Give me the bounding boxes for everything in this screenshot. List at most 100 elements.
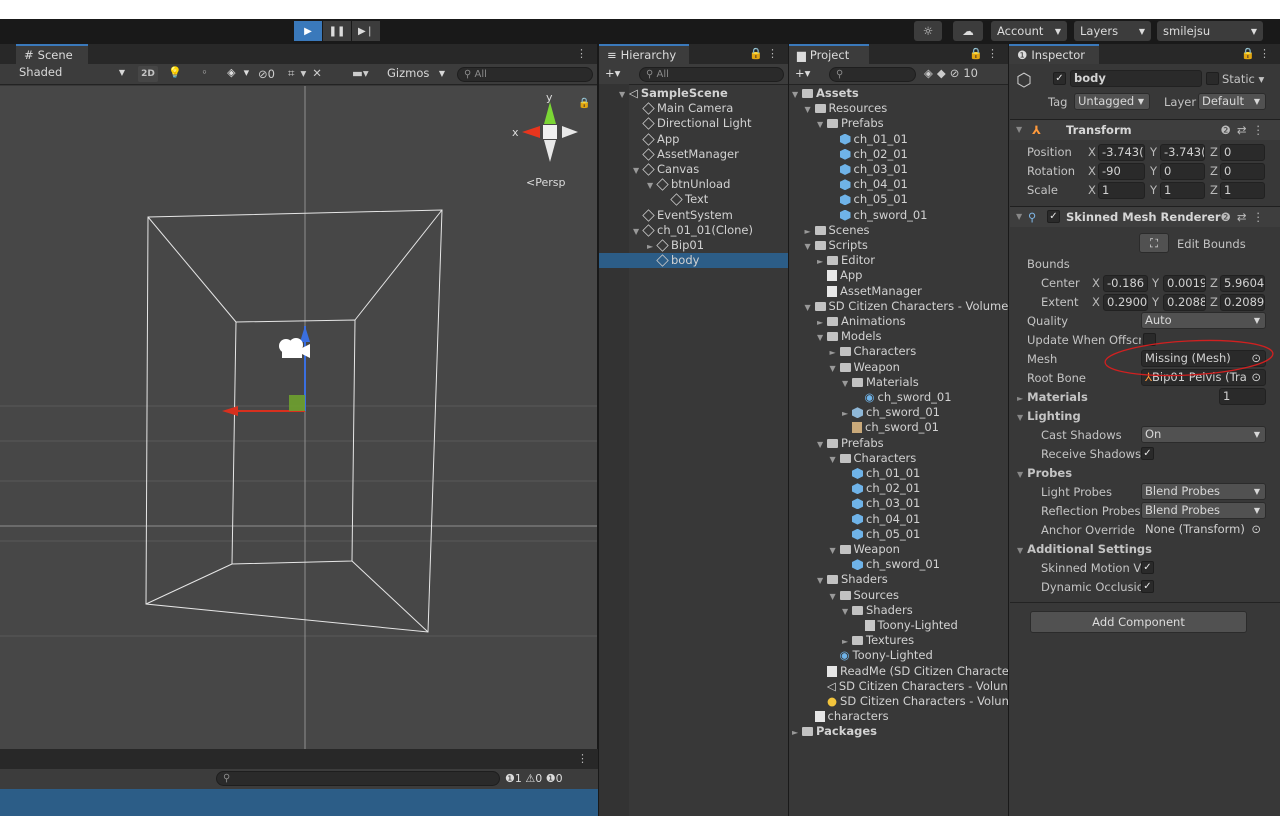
foldout-arrow-icon[interactable]: ▼ (792, 87, 802, 102)
project-item[interactable]: App (817, 268, 862, 283)
toggle-2d-button[interactable]: 2D (138, 66, 158, 82)
project-item[interactable]: AssetManager (817, 284, 922, 299)
foldout-arrow-icon[interactable]: ▼ (830, 543, 840, 558)
receive-shadows-checkbox[interactable]: ✓ (1141, 447, 1154, 460)
project-item[interactable]: ch_sword_01 (830, 208, 928, 223)
anchor-override-field[interactable]: None (Transform) ⊙ (1141, 521, 1266, 538)
foldout-arrow-icon[interactable]: ► (842, 634, 852, 649)
materials-foldout[interactable]: ► Materials (1017, 390, 1088, 404)
center-x-field[interactable]: -0.186 (1103, 275, 1148, 292)
materials-count-field[interactable]: 1 (1219, 388, 1266, 405)
project-item[interactable]: ► ch_sword_01 (842, 405, 940, 420)
foldout-arrow-icon[interactable]: ► (647, 239, 657, 254)
scale-z-field[interactable]: 1 (1220, 182, 1265, 199)
hidden-objects-count[interactable]: ⊘0 (258, 67, 275, 81)
project-item[interactable]: ▼ Models (817, 329, 882, 344)
foldout-arrow-icon[interactable]: ▼ (830, 361, 840, 376)
foldout-arrow-icon[interactable]: ▼ (817, 330, 827, 345)
account-dropdown[interactable]: Account ▼ (991, 21, 1067, 41)
extent-z-field[interactable]: 0.2089 (1220, 294, 1265, 311)
layer-dropdown[interactable]: Default (1198, 93, 1266, 110)
smr-enabled-checkbox[interactable]: ✓ (1047, 210, 1060, 223)
extent-y-field[interactable]: 0.2088 (1163, 294, 1206, 311)
project-item[interactable]: ch_04_01 (830, 177, 908, 192)
scale-x-field[interactable]: 1 (1098, 182, 1145, 199)
project-item[interactable]: ▼ Scripts (805, 238, 868, 253)
project-item[interactable]: ▼ Resources (805, 101, 888, 116)
foldout-arrow-icon[interactable]: ► (805, 224, 815, 239)
hierarchy-item[interactable]: ► Bip01 (647, 238, 704, 253)
hierarchy-lock-menu-icon[interactable]: 🔒⋮ (749, 47, 782, 60)
foldout-arrow-icon[interactable]: ► (842, 406, 852, 421)
project-item[interactable]: ch_04_01 (842, 512, 920, 527)
project-item[interactable]: ► Editor (817, 253, 875, 268)
project-item[interactable]: ch_02_01 (830, 147, 908, 162)
scene-menu-icon[interactable]: ⋮ (576, 47, 591, 60)
reflection-probes-dropdown[interactable]: Blend Probes (1141, 502, 1266, 519)
project-item[interactable]: ► Textures (842, 633, 914, 648)
foldout-arrow-icon[interactable]: ▼ (817, 117, 827, 132)
transform-header[interactable]: ▼ ⅄ Transform ❷⇄⋮ (1010, 119, 1280, 140)
orientation-gizmo[interactable]: y x <Persp (510, 91, 580, 189)
project-item[interactable]: ch_sword_01 (842, 557, 940, 572)
project-item[interactable]: ▼ Prefabs (817, 116, 884, 131)
project-item[interactable]: ch_03_01 (842, 496, 920, 511)
foldout-arrow-icon[interactable]: ▼ (842, 604, 852, 619)
project-item[interactable]: ch_01_01 (830, 132, 908, 147)
project-item[interactable]: ▼ Characters (830, 451, 917, 466)
foldout-arrow-icon[interactable]: ▼ (817, 573, 827, 588)
persp-toggle[interactable]: <Persp (526, 176, 565, 189)
foldout-arrow-icon[interactable]: ▼ (647, 178, 657, 193)
hierarchy-item[interactable]: EventSystem (633, 208, 733, 223)
foldout-arrow-icon[interactable]: ▼ (633, 224, 643, 239)
lighting-toggle-icon[interactable]: ☼ (914, 21, 942, 41)
foldout-arrow-icon[interactable]: ▼ (805, 102, 815, 117)
project-item[interactable]: ch_05_01 (830, 192, 908, 207)
rotation-x-field[interactable]: -90 (1098, 163, 1145, 180)
foldout-arrow-icon[interactable]: ► (817, 315, 827, 330)
cloud-icon[interactable]: ☁ (953, 21, 983, 41)
project-item[interactable]: ► Animations (817, 314, 906, 329)
light-probes-dropdown[interactable]: Blend Probes (1141, 483, 1266, 500)
rotation-z-field[interactable]: 0 (1220, 163, 1265, 180)
foldout-arrow-icon[interactable]: ▼ (817, 437, 827, 452)
edit-bounds-button[interactable]: ⛶ (1139, 233, 1169, 253)
scene-search-input[interactable]: ⚲ All (457, 67, 593, 82)
layout-dropdown[interactable]: smilejsu ▼ (1157, 21, 1263, 41)
foldout-arrow-icon[interactable]: ▼ (805, 239, 815, 254)
project-item[interactable]: ▼ SD Citizen Characters - Volume (805, 299, 1009, 314)
hierarchy-item[interactable]: App (633, 132, 679, 147)
project-item[interactable]: ◉ ch_sword_01 (855, 390, 952, 405)
console-menu-icon[interactable]: ⋮ (577, 752, 592, 765)
project-item[interactable]: ch_02_01 (842, 481, 920, 496)
extent-x-field[interactable]: 0.2900 (1103, 294, 1148, 311)
hierarchy-add-button[interactable]: +▾ (605, 66, 620, 80)
project-item[interactable]: ▼ Sources (830, 588, 900, 603)
step-button[interactable]: ▶❘ (352, 21, 381, 41)
quality-dropdown[interactable]: Auto (1141, 312, 1266, 329)
hierarchy-item[interactable]: Text (661, 192, 708, 207)
hierarchy-item[interactable]: ▼ Canvas (633, 162, 699, 177)
hierarchy-item[interactable]: AssetManager (633, 147, 739, 162)
project-item[interactable]: characters (805, 709, 889, 724)
lighting-foldout[interactable]: ▼ Lighting (1017, 409, 1081, 423)
project-filter-icons[interactable]: ◈◆⊘10 (924, 66, 978, 80)
console-selected-row[interactable] (0, 789, 598, 816)
project-item[interactable]: ● SD Citizen Characters - Volun (817, 694, 1008, 709)
smr-menu-icons[interactable]: ❷⇄⋮ (1221, 207, 1270, 227)
foldout-arrow-icon[interactable]: ▼ (633, 163, 643, 178)
foldout-arrow-icon[interactable]: ▼ (830, 589, 840, 604)
project-item[interactable]: ch_01_01 (842, 466, 920, 481)
console-search-input[interactable]: ⚲ (216, 771, 500, 786)
foldout-arrow-icon[interactable]: ► (792, 725, 802, 740)
project-item[interactable]: ◉ Toony-Lighted (830, 648, 933, 663)
camera-settings-icon[interactable]: ▬▾ (352, 66, 369, 80)
tab-scene[interactable]: # Scene (16, 44, 88, 64)
project-item[interactable]: ▼ Weapon (830, 542, 900, 557)
position-y-field[interactable]: -3.743( (1160, 144, 1205, 161)
foldout-arrow-icon[interactable]: ▼ (842, 376, 852, 391)
project-item[interactable]: ▼ Shaders (842, 603, 913, 618)
skinned-motion-checkbox[interactable]: ✓ (1141, 561, 1154, 574)
smr-header[interactable]: ▼ ⚲ ✓ Skinned Mesh Renderer ❷⇄⋮ (1010, 206, 1280, 227)
hierarchy-item[interactable]: ▼ ch_01_01(Clone) (633, 223, 753, 238)
